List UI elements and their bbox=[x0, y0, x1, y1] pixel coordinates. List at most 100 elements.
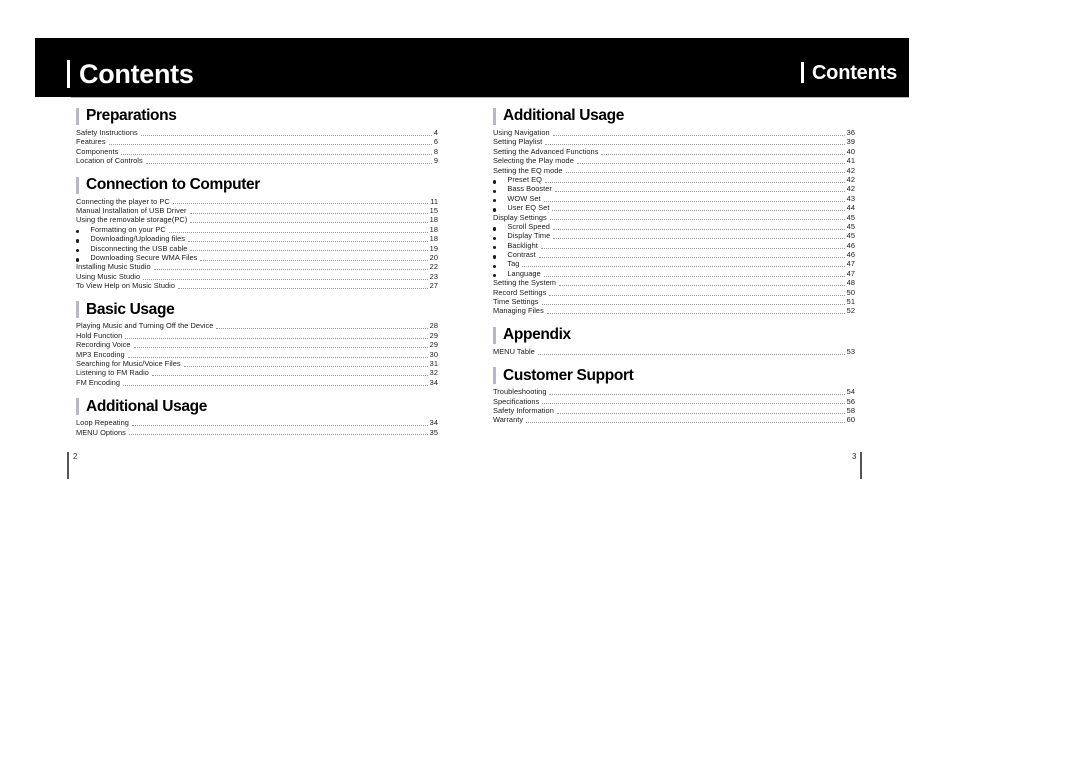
dot-leader bbox=[190, 216, 428, 224]
dot-leader bbox=[140, 129, 432, 136]
section-accent-bar-icon bbox=[76, 108, 79, 125]
dot-leader bbox=[558, 279, 845, 287]
toc-entry[interactable]: Specifications 56 bbox=[493, 397, 855, 406]
toc-entry[interactable]: MENU Options 35 bbox=[76, 428, 438, 437]
toc-entry[interactable]: Contrast 46 bbox=[493, 250, 855, 259]
dot-leader bbox=[108, 138, 432, 146]
toc-section-heading: Basic Usage bbox=[76, 301, 438, 319]
toc-section: Preparations Safety Instructions 4 Features… bbox=[76, 108, 438, 166]
toc-entry[interactable]: Using the removable storage(PC) 18 bbox=[76, 215, 438, 224]
toc-entry[interactable]: Downloading/Uploading files 18 bbox=[76, 234, 438, 243]
toc-entry[interactable]: To View Help on Music Studio 27 bbox=[76, 281, 438, 290]
toc-entry-page-number: 28 bbox=[429, 321, 438, 331]
toc-entry[interactable]: WOW Set 43 bbox=[493, 194, 855, 203]
toc-entry-page-number: 42 bbox=[846, 184, 855, 194]
toc-entry[interactable]: Language 47 bbox=[493, 269, 855, 278]
toc-entry-label: MP3 Encoding bbox=[76, 349, 125, 359]
section-heading-label: Additional Usage bbox=[86, 397, 207, 415]
bullet-icon bbox=[76, 229, 80, 234]
toc-entry[interactable]: Scroll Speed 45 bbox=[493, 222, 855, 231]
toc-entry[interactable]: Warranty 60 bbox=[493, 415, 855, 424]
toc-entry-page-number: 29 bbox=[429, 330, 438, 340]
section-accent-bar-icon bbox=[76, 176, 79, 194]
toc-entry[interactable]: Safety Instructions 4 bbox=[76, 128, 438, 137]
toc-entry[interactable]: Playing Music and Turning Off the Device… bbox=[76, 321, 438, 330]
dot-leader bbox=[565, 166, 845, 174]
toc-entry[interactable]: Display Settings 45 bbox=[493, 213, 855, 222]
toc-entry[interactable]: Managing Files 52 bbox=[493, 306, 855, 315]
toc-entry[interactable]: Selecting the Play mode 41 bbox=[493, 156, 855, 165]
toc-entry[interactable]: MENU Table 53 bbox=[493, 347, 855, 356]
toc-entry[interactable]: Tag 47 bbox=[493, 259, 855, 268]
toc-entry[interactable]: User EQ Set 44 bbox=[493, 203, 855, 212]
toc-entry-page-number: 34 bbox=[429, 418, 438, 428]
toc-entry[interactable]: MP3 Encoding 30 bbox=[76, 350, 438, 359]
toc-section: Appendix MENU Table 53 bbox=[493, 326, 855, 356]
toc-entry[interactable]: Location of Controls 9 bbox=[76, 156, 438, 165]
toc-entry[interactable]: Components 8 bbox=[76, 147, 438, 156]
toc-entry-page-number: 19 bbox=[429, 243, 438, 253]
toc-entry-label: Installing Music Studio bbox=[76, 262, 151, 272]
toc-entry-list: Loop Repeating 34 MENU Options 35 bbox=[76, 418, 438, 437]
section-heading-label: Appendix bbox=[503, 326, 571, 344]
toc-entry-label: Using Navigation bbox=[493, 127, 550, 137]
toc-entry-label: Features bbox=[76, 137, 106, 147]
toc-entry[interactable]: Bass Booster 42 bbox=[493, 184, 855, 193]
toc-entry-page-number: 47 bbox=[846, 268, 855, 278]
toc-section-heading: Appendix bbox=[493, 326, 855, 344]
toc-entry[interactable]: FM Encoding 34 bbox=[76, 378, 438, 387]
toc-entry-label: User EQ Set bbox=[507, 203, 550, 213]
dot-leader bbox=[123, 379, 428, 386]
toc-entry[interactable]: Backlight 46 bbox=[493, 241, 855, 250]
toc-entry[interactable]: Setting the EQ mode 42 bbox=[493, 166, 855, 175]
dot-leader bbox=[128, 428, 428, 436]
toc-entry-page-number: 34 bbox=[429, 377, 438, 387]
toc-entry[interactable]: Features 6 bbox=[76, 137, 438, 146]
toc-entry-page-number: 27 bbox=[429, 281, 438, 291]
toc-entry[interactable]: Troubleshooting 54 bbox=[493, 387, 855, 396]
toc-entry[interactable]: Searching for Music/Voice Files 31 bbox=[76, 359, 438, 368]
toc-entry[interactable]: Using Navigation 36 bbox=[493, 128, 855, 137]
toc-entry[interactable]: Safety Information 58 bbox=[493, 406, 855, 415]
toc-entry-page-number: 42 bbox=[846, 165, 855, 175]
toc-entry[interactable]: Record Settings 50 bbox=[493, 288, 855, 297]
toc-entry[interactable]: Loop Repeating 34 bbox=[76, 418, 438, 427]
toc-entry-page-number: 18 bbox=[429, 215, 438, 225]
toc-entry-page-number: 4 bbox=[433, 127, 438, 137]
toc-entry[interactable]: Hold Function 29 bbox=[76, 331, 438, 340]
toc-entry[interactable]: Disconnecting the USB cable 19 bbox=[76, 244, 438, 253]
toc-entry-page-number: 52 bbox=[846, 306, 855, 316]
toc-entry[interactable]: Installing Music Studio 22 bbox=[76, 262, 438, 271]
toc-entry[interactable]: Preset EQ 42 bbox=[493, 175, 855, 184]
toc-entry[interactable]: Setting Playlist 39 bbox=[493, 137, 855, 146]
toc-entry-label: Hold Function bbox=[76, 330, 123, 340]
toc-entry[interactable]: Using Music Studio 23 bbox=[76, 272, 438, 281]
toc-entry[interactable]: Manual Installation of USB Driver 15 bbox=[76, 206, 438, 215]
toc-entry[interactable]: Display Time 45 bbox=[493, 231, 855, 240]
toc-entry[interactable]: Setting the System 48 bbox=[493, 278, 855, 287]
page-number-left-group: 2 bbox=[67, 452, 77, 479]
toc-entry-label: Disconnecting the USB cable bbox=[90, 243, 188, 253]
toc-entry[interactable]: Formatting on your PC 18 bbox=[76, 225, 438, 234]
page-title-left: Contents bbox=[79, 58, 194, 89]
toc-entry[interactable]: Time Settings 51 bbox=[493, 297, 855, 306]
toc-entry[interactable]: Listening to FM Radio 32 bbox=[76, 368, 438, 377]
toc-entry[interactable]: Setting the Advanced Functions 40 bbox=[493, 147, 855, 156]
toc-entry-label: Language bbox=[507, 268, 541, 278]
toc-entry-label: Troubleshooting bbox=[493, 387, 547, 397]
toc-entry-label: WOW Set bbox=[507, 193, 541, 203]
dot-leader bbox=[145, 157, 432, 165]
bullet-icon bbox=[76, 239, 80, 243]
toc-entry[interactable]: Recording Voice 29 bbox=[76, 340, 438, 349]
dot-leader bbox=[553, 232, 845, 240]
toc-entry-label: Scroll Speed bbox=[507, 221, 550, 231]
toc-entry[interactable]: Connecting the player to PC 11 bbox=[76, 197, 438, 206]
page-number-right-bar bbox=[860, 452, 863, 479]
toc-entry-label: Record Settings bbox=[493, 287, 547, 297]
toc-entry-label: MENU Table bbox=[493, 346, 535, 356]
toc-entry-page-number: 58 bbox=[846, 405, 855, 415]
dot-leader bbox=[552, 204, 845, 212]
dot-leader bbox=[544, 176, 845, 183]
toc-entry[interactable]: Downloading Secure WMA Files 20 bbox=[76, 253, 438, 262]
section-accent-bar-icon bbox=[493, 108, 496, 125]
